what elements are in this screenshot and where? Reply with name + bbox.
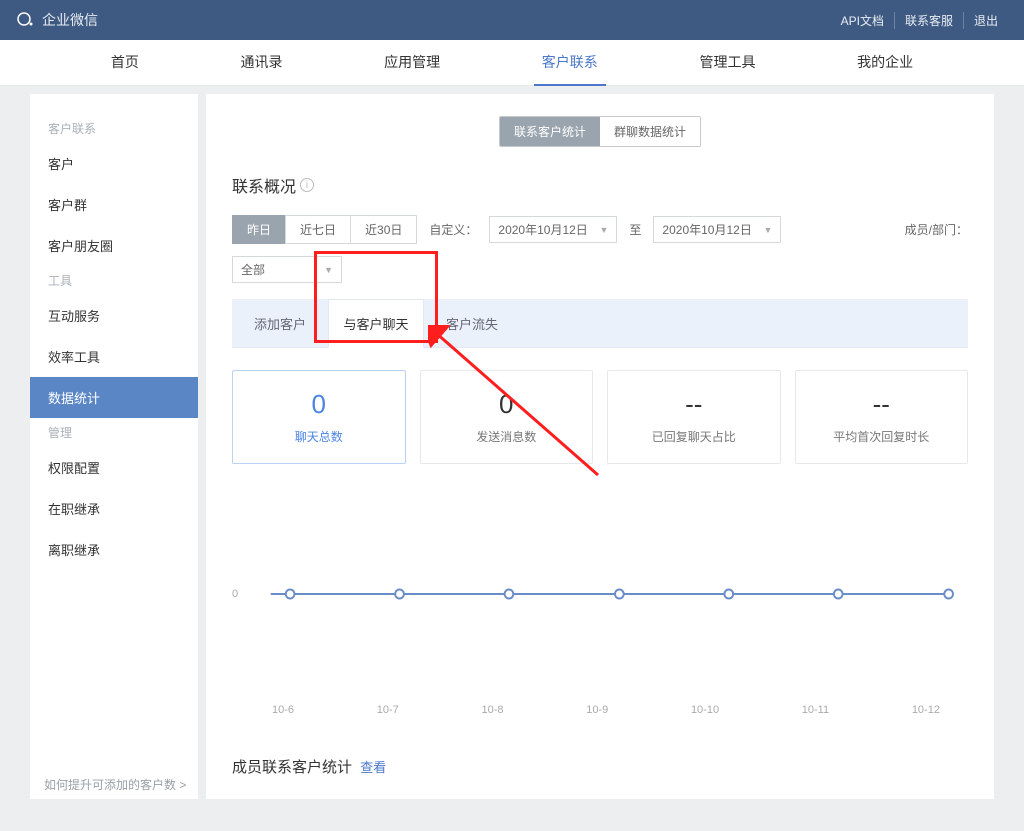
card-value: -- bbox=[618, 389, 770, 420]
info-icon[interactable]: i bbox=[300, 178, 314, 192]
card-value: -- bbox=[806, 389, 958, 420]
view-details-link[interactable]: 查看 bbox=[360, 760, 386, 775]
tab-churn[interactable]: 客户流失 bbox=[424, 299, 520, 347]
card-first-reply-time[interactable]: -- 平均首次回复时长 bbox=[795, 370, 969, 464]
sidebar-item-interact[interactable]: 互动服务 bbox=[30, 295, 198, 336]
nav-tools[interactable]: 管理工具 bbox=[691, 40, 763, 86]
nav-customer[interactable]: 客户联系 bbox=[534, 40, 606, 86]
segment-control: 联系客户统计 群聊数据统计 bbox=[499, 116, 701, 147]
segment-group-stats[interactable]: 群聊数据统计 bbox=[600, 117, 700, 146]
section-title-text: 联系概况 bbox=[232, 173, 296, 197]
range-yesterday[interactable]: 昨日 bbox=[232, 215, 286, 244]
custom-label: 自定义： bbox=[429, 221, 477, 238]
sidebar-item-customers[interactable]: 客户 bbox=[30, 143, 198, 184]
sidebar-item-groups[interactable]: 客户群 bbox=[30, 184, 198, 225]
section2-title: 成员联系客户统计 查看 bbox=[232, 756, 968, 777]
brand-logo: 企业微信 bbox=[16, 10, 98, 30]
card-value: 0 bbox=[243, 389, 395, 420]
main-nav: 首页 通讯录 应用管理 客户联系 管理工具 我的企业 bbox=[0, 40, 1024, 86]
card-label: 已回复聊天占比 bbox=[618, 428, 770, 445]
nav-company[interactable]: 我的企业 bbox=[849, 40, 921, 86]
sidebar-tip[interactable]: 如何提升可添加的客户数 > bbox=[44, 776, 186, 793]
chevron-down-icon: ▼ bbox=[324, 265, 333, 275]
brand-text: 企业微信 bbox=[42, 10, 98, 30]
date-from-select[interactable]: 2020年10月12日▼ bbox=[489, 216, 617, 243]
time-range-buttons: 昨日 近七日 近30日 bbox=[232, 215, 417, 244]
trend-chart: 0 bbox=[232, 494, 968, 694]
card-reply-rate[interactable]: -- 已回复聊天占比 bbox=[607, 370, 781, 464]
sidebar-group-manage: 管理 bbox=[30, 418, 198, 447]
card-sent-messages[interactable]: 0 发送消息数 bbox=[420, 370, 594, 464]
card-value: 0 bbox=[431, 389, 583, 420]
card-total-chats[interactable]: 0 聊天总数 bbox=[232, 370, 406, 464]
sidebar-item-inherit-active[interactable]: 在职继承 bbox=[30, 488, 198, 529]
tab-chat-customer[interactable]: 与客户聊天 bbox=[328, 299, 424, 348]
sidebar-item-efficiency[interactable]: 效率工具 bbox=[30, 336, 198, 377]
header-link-api[interactable]: API文档 bbox=[831, 12, 894, 29]
header-links: API文档 联系客服 退出 bbox=[831, 12, 1008, 29]
chart-ylabel: 0 bbox=[232, 588, 238, 600]
dept-label: 成员/部门： bbox=[905, 221, 968, 238]
nav-apps[interactable]: 应用管理 bbox=[376, 40, 448, 86]
sidebar-group-customer: 客户联系 bbox=[30, 114, 198, 143]
stat-cards: 0 聊天总数 0 发送消息数 -- 已回复聊天占比 -- 平均首次回复时长 bbox=[232, 370, 968, 464]
header-link-support[interactable]: 联系客服 bbox=[894, 12, 963, 29]
sidebar-item-moments[interactable]: 客户朋友圈 bbox=[30, 225, 198, 266]
chevron-down-icon: ▼ bbox=[599, 225, 608, 235]
date-to-select[interactable]: 2020年10月12日▼ bbox=[653, 216, 781, 243]
chart-xlabels: 10-6 10-7 10-8 10-9 10-10 10-11 10-12 bbox=[232, 704, 968, 716]
sidebar-item-permission[interactable]: 权限配置 bbox=[30, 447, 198, 488]
range-30days[interactable]: 近30日 bbox=[350, 215, 417, 244]
sidebar-item-inherit-leave[interactable]: 离职继承 bbox=[30, 529, 198, 570]
card-label: 发送消息数 bbox=[431, 428, 583, 445]
dept-select[interactable]: 全部▼ bbox=[232, 256, 342, 283]
nav-home[interactable]: 首页 bbox=[103, 40, 147, 86]
sidebar-group-tools: 工具 bbox=[30, 266, 198, 295]
header-link-logout[interactable]: 退出 bbox=[963, 12, 1008, 29]
range-7days[interactable]: 近七日 bbox=[285, 215, 351, 244]
content-area: 联系客户统计 群聊数据统计 联系概况 i 昨日 近七日 近30日 自定义： 20… bbox=[206, 94, 994, 799]
metric-tabs: 添加客户 与客户聊天 客户流失 bbox=[232, 299, 968, 348]
card-label: 聊天总数 bbox=[243, 428, 395, 445]
segment-customer-stats[interactable]: 联系客户统计 bbox=[500, 117, 600, 146]
tab-add-customer[interactable]: 添加客户 bbox=[232, 299, 328, 347]
sidebar-item-stats[interactable]: 数据统计 bbox=[30, 377, 198, 418]
chevron-down-icon: ▼ bbox=[764, 225, 773, 235]
filter-row: 昨日 近七日 近30日 自定义： 2020年10月12日▼ 至 2020年10月… bbox=[232, 215, 968, 283]
sidebar: 客户联系 客户 客户群 客户朋友圈 工具 互动服务 效率工具 数据统计 管理 权… bbox=[30, 94, 198, 799]
section-title: 联系概况 i bbox=[232, 173, 968, 197]
card-label: 平均首次回复时长 bbox=[806, 428, 958, 445]
nav-contacts[interactable]: 通讯录 bbox=[232, 40, 290, 86]
to-label: 至 bbox=[629, 221, 641, 238]
logo-icon bbox=[16, 10, 36, 30]
